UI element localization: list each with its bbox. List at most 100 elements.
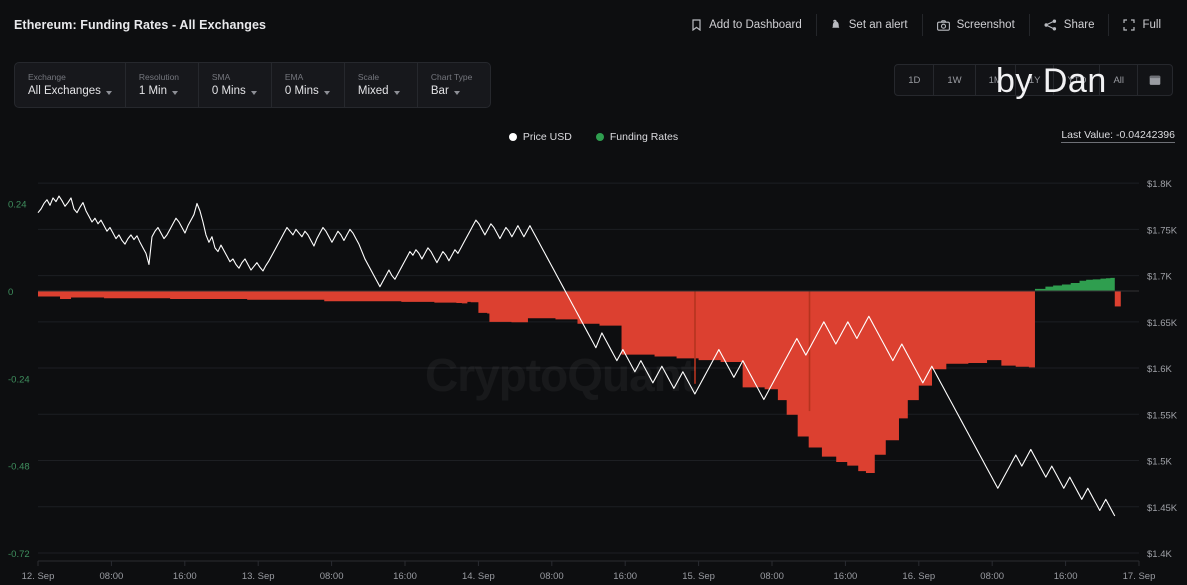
left-axis-tick: 0	[8, 287, 13, 298]
range-button-all[interactable]: All	[1099, 65, 1137, 95]
funding-rate-spike	[694, 291, 696, 384]
legend-item-price-usd[interactable]: Price USD	[508, 131, 572, 143]
right-axis-tick: $1.55K	[1147, 410, 1178, 421]
right-axis-tick: $1.75K	[1147, 225, 1178, 236]
funding-rate-negative-area	[38, 291, 1035, 473]
sma-label: SMA	[211, 72, 231, 82]
ema-value: 0 Mins	[285, 85, 331, 98]
right-axis-tick: $1.8K	[1147, 179, 1172, 190]
set-alert-button[interactable]: Set an alert	[815, 14, 922, 36]
chart-legend: Price USD Funding Rates	[0, 128, 1187, 146]
x-axis-tick: 08:00	[540, 571, 564, 582]
exchange-value: All Exchanges	[28, 85, 112, 98]
x-axis-tick: 08:00	[980, 571, 1004, 582]
sma-value-text: 0 Mins	[211, 85, 246, 97]
scale-value-text: Mixed	[357, 85, 389, 97]
x-axis-tick: 17. Sep	[1123, 571, 1156, 582]
exchange-value-text: All Exchanges	[28, 85, 101, 97]
calendar-icon[interactable]	[1137, 65, 1172, 95]
chevron-down-icon	[393, 90, 400, 95]
resolution-label: Resolution	[138, 72, 180, 82]
right-axis-tick: $1.6K	[1147, 364, 1172, 375]
legend-swatch-funding	[595, 133, 604, 141]
screenshot-button[interactable]: Screenshot	[921, 14, 1029, 36]
left-axis-tick: 0.24	[8, 200, 27, 211]
x-axis-tick: 16:00	[1054, 571, 1078, 582]
chart-toolbar: Exchange All Exchanges Resolution 1 Min …	[14, 62, 491, 108]
screenshot-label: Screenshot	[956, 19, 1015, 31]
camera-icon	[936, 19, 950, 31]
chart-canvas-area[interactable]: $1.8K $1.75K $1.7K $1.65K $1.6K $1.55K $1.5K $1…	[0, 150, 1187, 585]
bell-icon	[831, 19, 842, 31]
right-axis-tick: $1.7K	[1147, 272, 1172, 283]
funding-rate-positive-area	[1034, 277, 1115, 291]
chart-svg: $1.8K $1.75K $1.7K $1.65K $1.6K $1.55K $1.5K $1…	[8, 179, 1178, 582]
left-axis-tick: -0.24	[8, 374, 30, 385]
x-axis-tick: 16. Sep	[902, 571, 935, 582]
page-title: Ethereum: Funding Rates - All Exchanges	[14, 18, 267, 32]
chevron-down-icon	[250, 90, 257, 95]
chevron-down-icon	[453, 90, 460, 95]
chart-type-value-text: Bar	[430, 85, 449, 97]
chart-type-value: Bar	[431, 85, 477, 98]
legend-swatch-price	[508, 133, 517, 141]
last-value-label[interactable]: Last Value: -0.04242396	[1061, 129, 1175, 143]
fullscreen-icon	[1123, 19, 1136, 31]
x-axis-tick: 08:00	[760, 571, 784, 582]
sma-selector[interactable]: SMA 0 Mins	[197, 63, 271, 107]
set-alert-label: Set an alert	[848, 19, 908, 31]
x-axis-tick: 15. Sep	[682, 571, 715, 582]
x-axis-tick: 16:00	[173, 571, 197, 582]
scale-value: Mixed	[358, 85, 404, 98]
legend-label-funding: Funding Rates	[609, 131, 679, 143]
right-axis-tick: $1.5K	[1147, 457, 1172, 468]
ema-value-text: 0 Mins	[284, 85, 319, 97]
range-button-1w[interactable]: 1W	[933, 65, 974, 95]
chevron-down-icon	[323, 90, 330, 95]
ema-selector[interactable]: EMA 0 Mins	[270, 63, 344, 107]
right-axis-tick: $1.65K	[1147, 318, 1178, 329]
left-axis-tick: -0.72	[8, 549, 30, 560]
add-to-dashboard-label: Add to Dashboard	[709, 19, 802, 31]
right-axis-tick: $1.45K	[1147, 503, 1178, 514]
x-axis-tick: 12. Sep	[22, 571, 55, 582]
time-range-selector: 1D 1W 1M 1Y YTD All	[894, 64, 1173, 96]
range-button-1d[interactable]: 1D	[895, 65, 933, 95]
exchange-selector[interactable]: Exchange All Exchanges	[15, 63, 125, 107]
x-axis-tick: 13. Sep	[242, 571, 275, 582]
scale-label: Scale	[357, 72, 380, 82]
range-button-1m[interactable]: 1M	[974, 65, 1015, 95]
x-axis-tick: 16:00	[834, 571, 858, 582]
share-label: Share	[1063, 19, 1095, 31]
legend-label-price: Price USD	[522, 131, 572, 143]
header-actions: Add to Dashboard Set an alert Screenshot…	[677, 14, 1175, 36]
chart-type-label: Chart Type	[430, 72, 473, 82]
right-axis-tick: $1.4K	[1147, 549, 1172, 560]
share-button[interactable]: Share	[1028, 14, 1109, 36]
scale-selector[interactable]: Scale Mixed	[343, 63, 417, 107]
legend-item-funding-rates[interactable]: Funding Rates	[595, 131, 679, 143]
fullscreen-label: Full	[1142, 19, 1161, 31]
x-axis-tick: 16:00	[393, 571, 417, 582]
x-axis-tick: 08:00	[320, 571, 344, 582]
bookmark-icon	[691, 19, 702, 31]
share-icon	[1044, 19, 1057, 31]
exchange-label: Exchange	[28, 72, 66, 82]
funding-rate-spike	[808, 291, 811, 412]
ema-label: EMA	[284, 72, 304, 82]
resolution-value-text: 1 Min	[138, 85, 167, 97]
resolution-selector[interactable]: Resolution 1 Min	[124, 63, 198, 107]
fullscreen-button[interactable]: Full	[1108, 14, 1175, 36]
page-header: Ethereum: Funding Rates - All Exchanges …	[0, 0, 1187, 50]
range-button-ytd[interactable]: YTD	[1053, 65, 1099, 95]
add-to-dashboard-button[interactable]: Add to Dashboard	[677, 14, 816, 36]
chevron-down-icon	[105, 90, 112, 95]
x-axis-tick: 16:00	[613, 571, 637, 582]
x-axis-tick: 14. Sep	[462, 571, 495, 582]
chart-type-selector[interactable]: Chart Type Bar	[416, 63, 490, 107]
range-button-1y[interactable]: 1Y	[1014, 65, 1054, 95]
chevron-down-icon	[172, 90, 178, 95]
x-axis-tick: 08:00	[100, 571, 124, 582]
left-axis-tick: -0.48	[8, 462, 30, 473]
funding-rate-last-bar	[1114, 291, 1121, 307]
